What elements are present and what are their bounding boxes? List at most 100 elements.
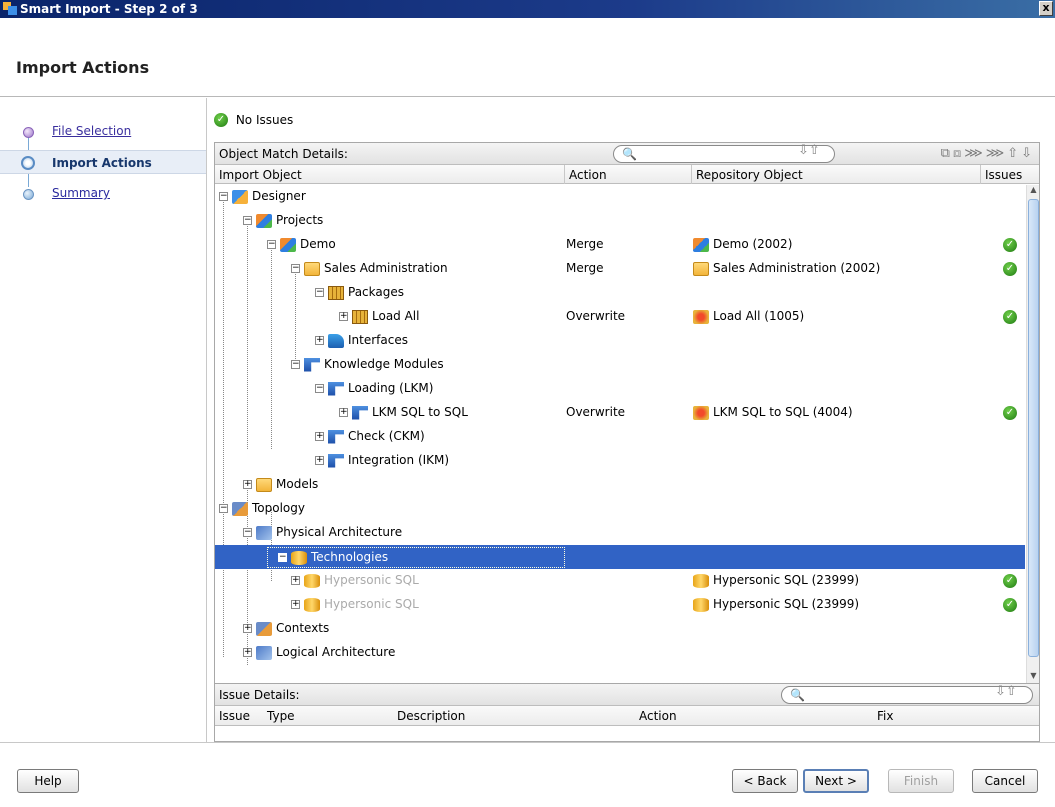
repository-object: LKM SQL to SQL (4004) [693, 405, 853, 420]
col-issue[interactable]: Issue [219, 709, 250, 723]
column-divider [980, 165, 981, 184]
expand-icon[interactable]: + [243, 480, 252, 489]
scroll-thumb[interactable] [1028, 199, 1039, 657]
expand-icon[interactable]: + [315, 336, 324, 345]
tree-row[interactable]: + Check (CKM) [215, 425, 1025, 449]
database-icon [304, 597, 320, 612]
tree-row[interactable]: − Knowledge Modules [215, 353, 1025, 377]
lkm-warning-icon [693, 405, 709, 420]
ckm-icon [328, 429, 344, 444]
col-repository-object[interactable]: Repository Object [696, 168, 803, 182]
vertical-scrollbar[interactable]: ▲ ▼ [1026, 185, 1039, 683]
node-label: Packages [348, 285, 404, 299]
tree-row[interactable]: − Sales Administration Merge Sales Admini… [215, 257, 1025, 281]
finish-button[interactable]: Finish [888, 769, 954, 793]
tree-row[interactable]: + Interfaces [215, 329, 1025, 353]
tree-node: − Topology [219, 501, 305, 516]
tree-row[interactable]: − Demo Merge Demo (2002) ✓ [215, 233, 1025, 257]
contexts-icon [256, 621, 272, 636]
col-type[interactable]: Type [267, 709, 295, 723]
collapse-icon[interactable]: − [219, 504, 228, 513]
col-action[interactable]: Action [569, 168, 607, 182]
expand-icon[interactable]: + [291, 600, 300, 609]
repo-label: Demo (2002) [713, 237, 793, 251]
tree-row[interactable]: + Hypersonic SQL Hypersonic SQL (23999) ✓ [215, 593, 1025, 617]
interface-icon [328, 333, 344, 348]
binoculars-icon: 🔍 [790, 688, 805, 702]
tree-row[interactable]: − Projects [215, 209, 1025, 233]
tree-toolbar-icons[interactable]: ⧉⧈⋙⋙⇧⇩ [941, 146, 1035, 161]
expand-icon[interactable]: + [339, 312, 348, 321]
back-button[interactable]: < Back [732, 769, 798, 793]
node-label: Loading (LKM) [348, 381, 434, 395]
search-nav-icon[interactable]: ⇩⇧ [995, 684, 1017, 699]
tree-row[interactable]: − Physical Architecture [215, 521, 1025, 545]
expand-icon[interactable]: + [243, 648, 252, 657]
tree-row[interactable]: + Logical Architecture [215, 641, 1025, 665]
step-label[interactable]: Summary [52, 186, 110, 200]
step-file-selection[interactable]: File Selection [0, 120, 206, 142]
tree-row[interactable]: + Load All Overwrite Load All (1005) ✓ [215, 305, 1025, 329]
col-import-object[interactable]: Import Object [219, 168, 302, 182]
step-label[interactable]: File Selection [52, 124, 131, 138]
tree-row[interactable]: + Contexts [215, 617, 1025, 641]
scroll-up-icon[interactable]: ▲ [1028, 185, 1039, 197]
col-issues[interactable]: Issues [985, 168, 1022, 182]
collapse-icon[interactable]: − [243, 216, 252, 225]
search-nav-icon[interactable]: ⇩⇧ [798, 143, 820, 158]
repository-object: Hypersonic SQL (23999) [693, 597, 859, 612]
check-icon: ✓ [1003, 238, 1017, 252]
tree-node: − Packages [315, 285, 404, 300]
tree-row[interactable]: + Hypersonic SQL Hypersonic SQL (23999) ✓ [215, 569, 1025, 593]
close-button[interactable]: x [1039, 1, 1053, 16]
tree-row[interactable]: + Integration (IKM) [215, 449, 1025, 473]
cancel-button[interactable]: Cancel [972, 769, 1038, 793]
tree-row[interactable]: + Models [215, 473, 1025, 497]
step-summary[interactable]: Summary [0, 182, 206, 204]
tree-row-selected[interactable]: − Technologies [215, 545, 1025, 569]
collapse-icon[interactable]: − [315, 384, 324, 393]
object-match-panel: Object Match Details: 🔍 ⇩⇧ ⧉⧈⋙⋙⇧⇩ Import… [214, 142, 1040, 684]
node-label: Hypersonic SQL [324, 597, 419, 611]
next-button[interactable]: Next > [803, 769, 869, 793]
app-icon [3, 2, 17, 15]
collapse-icon[interactable]: − [219, 192, 228, 201]
tree-row[interactable]: − Packages [215, 281, 1025, 305]
collapse-icon[interactable]: − [291, 264, 300, 273]
collapse-icon[interactable]: − [243, 528, 252, 537]
tree-node: − Projects [243, 213, 323, 228]
expand-icon[interactable]: + [315, 432, 324, 441]
tree-row[interactable]: + LKM SQL to SQL Overwrite LKM SQL to SQL… [215, 401, 1025, 425]
col-fix[interactable]: Fix [877, 709, 893, 723]
status-line: ✓ No Issues [214, 112, 293, 130]
panel-title: Issue Details: [219, 688, 300, 702]
tree-row[interactable]: − Designer [215, 185, 1025, 209]
node-action: Overwrite [566, 309, 626, 323]
node-label: Physical Architecture [276, 525, 403, 539]
node-label: Knowledge Modules [324, 357, 444, 371]
node-label: Contexts [276, 621, 330, 635]
technologies-icon [291, 550, 307, 565]
tree-row[interactable]: − Topology [215, 497, 1025, 521]
collapse-icon[interactable]: − [278, 553, 287, 562]
scroll-down-icon[interactable]: ▼ [1028, 671, 1039, 683]
expand-icon[interactable]: + [243, 624, 252, 633]
tree-node: + Check (CKM) [315, 429, 425, 444]
col-action[interactable]: Action [639, 709, 677, 723]
check-icon: ✓ [1003, 574, 1017, 588]
expand-icon[interactable]: + [315, 456, 324, 465]
designer-icon [232, 189, 248, 204]
ikm-icon [328, 453, 344, 468]
tree-row[interactable]: − Loading (LKM) [215, 377, 1025, 401]
help-button[interactable]: Help [17, 769, 79, 793]
col-description[interactable]: Description [397, 709, 465, 723]
collapse-icon[interactable]: − [291, 360, 300, 369]
main-content: ✓ No Issues Object Match Details: 🔍 ⇩⇧ ⧉… [208, 98, 1055, 742]
node-label: Designer [252, 189, 306, 203]
collapse-icon[interactable]: − [267, 240, 276, 249]
collapse-icon[interactable]: − [315, 288, 324, 297]
step-import-actions[interactable]: Import Actions [0, 150, 206, 174]
expand-icon[interactable]: + [339, 408, 348, 417]
expand-icon[interactable]: + [291, 576, 300, 585]
node-label: Projects [276, 213, 324, 227]
